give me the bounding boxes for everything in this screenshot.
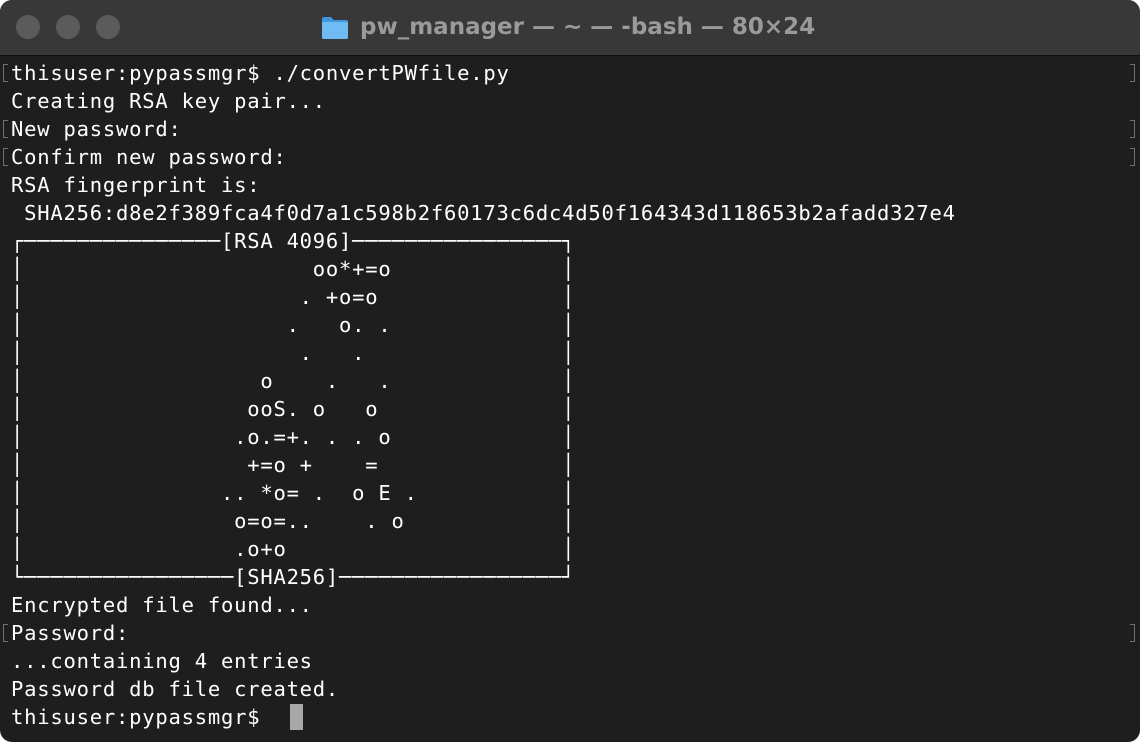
text-cursor [290,704,303,730]
terminal-line: thisuser:pypassmgr$ [11,705,274,729]
terminal-line: Password db file created. [11,677,340,701]
line-mark [1130,120,1135,138]
window-title: pw_manager — ~ — -bash — 80×24 [320,12,840,42]
minimize-button[interactable] [56,15,80,39]
terminal-line: │ .o+o │ [11,537,576,561]
terminal-line: │ o=o=.. . o │ [11,509,576,533]
terminal-line: SHA256:d8e2f389fca4f0d7a1c598b2f60173c6d… [11,201,956,225]
terminal-line: │ . +o=o │ [11,285,576,309]
terminal-line: New password: [11,117,182,141]
terminal-window: pw_manager — ~ — -bash — 80×24 thisuser:… [0,0,1140,742]
line-mark [3,624,8,642]
terminal-line: │ . o. . │ [11,313,576,337]
terminal-line: Confirm new password: [11,145,287,169]
close-button[interactable] [16,15,40,39]
terminal-line: └────────────────[SHA256]───────────────… [11,565,576,589]
terminal-line: │ .. *o= . o E . │ [11,481,576,505]
terminal-line: │ oo*+=o │ [11,257,576,281]
line-mark [3,64,8,82]
title-bar[interactable]: pw_manager — ~ — -bash — 80×24 [0,0,1140,56]
line-mark [3,148,8,166]
terminal-line: Encrypted file found... [11,593,313,617]
window-title-text: pw_manager — ~ — -bash — 80×24 [360,14,816,40]
terminal-line: Password: [11,621,130,645]
line-mark [1130,64,1135,82]
terminal-line: RSA fingerprint is: [11,173,261,197]
terminal-line: ┌───────────────[RSA 4096]──────────────… [11,229,576,253]
terminal-line: │ . . │ [11,341,576,365]
line-mark [1130,148,1135,166]
terminal-line: │ ooS. o o │ [11,397,576,421]
folder-icon [322,17,348,39]
line-mark [1130,624,1135,642]
terminal-line: thisuser:pypassmgr$ ./convertPWfile.py [11,61,510,85]
zoom-button[interactable] [96,15,120,39]
terminal-line: │ .o.=+. . . o │ [11,425,576,449]
terminal-line: ...containing 4 entries [11,649,313,673]
terminal-line: │ +=o + = │ [11,453,576,477]
terminal-line: │ o . . │ [11,369,576,393]
terminal-line: Creating RSA key pair... [11,89,326,113]
terminal-content[interactable]: thisuser:pypassmgr$ ./convertPWfile.py C… [0,57,1140,742]
line-mark [3,120,8,138]
